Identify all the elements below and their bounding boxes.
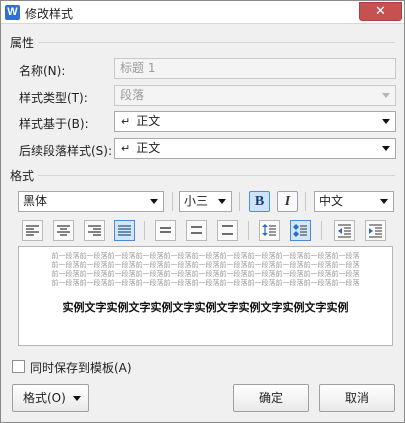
paragraph-return-icon: ↵ <box>121 142 131 155</box>
toolbar-divider <box>144 221 145 240</box>
style-name-label: 名称(N): <box>19 64 66 78</box>
font-size-select[interactable]: 小三 <box>179 191 232 212</box>
save-to-template-checkbox[interactable] <box>12 360 25 373</box>
chevron-down-icon <box>73 396 81 401</box>
line-spacing-1-5-button[interactable] <box>186 220 207 241</box>
chevron-down-icon <box>382 119 390 124</box>
script-value: 中文 <box>319 194 344 208</box>
italic-icon: I <box>284 194 291 209</box>
title-bar: W 修改样式 ✕ <box>1 1 404 24</box>
chevron-down-icon <box>382 93 390 98</box>
font-name-select[interactable]: 黑体 <box>18 191 164 212</box>
chevron-down-icon <box>382 146 390 151</box>
justify-icon <box>118 225 131 236</box>
align-right-button[interactable] <box>84 220 105 241</box>
bold-icon: B <box>254 194 265 209</box>
align-center-icon <box>57 225 70 236</box>
line-spacing-single-icon <box>160 227 171 233</box>
line-spacing-single-button[interactable] <box>155 220 176 241</box>
preview-previous-paragraph-line: 前一段落前一段落前一段落前一段落前一段落前一段落前一段落前一段落前一段落前一段落… <box>51 270 360 278</box>
dialog-title: 修改样式 <box>25 7 74 21</box>
spacing-after-icon <box>293 224 307 237</box>
format-section-label: 格式 <box>10 169 35 183</box>
format-menu-button[interactable]: 格式(O) <box>12 384 89 412</box>
italic-button[interactable]: I <box>277 191 298 212</box>
style-preview-pane: 前一段落前一段落前一段落前一段落前一段落前一段落前一段落前一段落前一段落前一段落… <box>18 246 393 346</box>
preview-sample-text: 实例文字实例文字实例文字实例文字实例文字实例文字实例 <box>62 301 349 314</box>
next-paragraph-style-value: 正文 <box>136 141 161 155</box>
attributes-divider <box>38 42 395 43</box>
next-paragraph-style-label: 后续段落样式(S): <box>19 144 113 158</box>
font-size-value: 小三 <box>184 194 209 208</box>
toolbar-divider <box>321 221 322 240</box>
ok-button[interactable]: 确定 <box>233 384 309 412</box>
chevron-down-icon <box>150 199 158 204</box>
paragraph-return-icon: ↵ <box>121 115 131 128</box>
line-spacing-double-icon <box>222 225 233 235</box>
style-type-select[interactable]: 段落 <box>114 85 396 106</box>
format-menu-label: 格式(O) <box>23 391 66 405</box>
font-name-value: 黑体 <box>23 194 48 208</box>
toolbar-divider <box>248 221 249 240</box>
close-button[interactable]: ✕ <box>359 2 402 21</box>
based-on-label: 样式基于(B): <box>19 117 89 131</box>
increase-indent-button[interactable] <box>365 220 386 241</box>
modify-style-dialog: W 修改样式 ✕ 属性 名称(N): 标题 1 样式类型(T): 段落 样式基于… <box>0 0 405 423</box>
style-type-value: 段落 <box>120 88 145 102</box>
based-on-select[interactable]: ↵ 正文 <box>114 111 396 132</box>
align-left-button[interactable] <box>22 220 43 241</box>
chevron-down-icon <box>218 199 226 204</box>
attributes-section-label: 属性 <box>10 36 35 50</box>
preview-previous-paragraph-line: 前一段落前一段落前一段落前一段落前一段落前一段落前一段落前一段落前一段落前一段落… <box>51 279 360 287</box>
style-name-input[interactable]: 标题 1 <box>114 58 396 79</box>
toolbar-divider <box>239 192 240 211</box>
line-spacing-1-5-icon <box>191 226 202 234</box>
script-select[interactable]: 中文 <box>314 191 394 212</box>
bold-button[interactable]: B <box>249 191 270 212</box>
chevron-down-icon <box>380 199 388 204</box>
line-spacing-double-button[interactable] <box>217 220 238 241</box>
justify-button[interactable] <box>114 220 135 241</box>
spacing-before-icon <box>262 224 276 236</box>
wps-writer-icon: W <box>5 5 20 20</box>
cancel-button[interactable]: 取消 <box>319 384 395 412</box>
preview-previous-paragraph-line: 前一段落前一段落前一段落前一段落前一段落前一段落前一段落前一段落前一段落前一段落… <box>51 261 360 269</box>
style-type-label: 样式类型(T): <box>19 91 88 105</box>
spacing-before-button[interactable] <box>259 220 280 241</box>
align-center-button[interactable] <box>53 220 74 241</box>
next-paragraph-style-select[interactable]: ↵ 正文 <box>114 138 396 159</box>
increase-indent-icon <box>369 224 382 238</box>
toolbar-divider <box>172 192 173 211</box>
style-name-value: 标题 1 <box>120 61 156 75</box>
based-on-value: 正文 <box>136 114 161 128</box>
align-left-icon <box>26 225 39 236</box>
align-right-icon <box>88 225 101 236</box>
toolbar-divider <box>305 192 306 211</box>
decrease-indent-icon <box>338 224 351 238</box>
preview-previous-paragraph-line: 前一段落前一段落前一段落前一段落前一段落前一段落前一段落前一段落前一段落前一段落… <box>51 252 360 260</box>
save-to-template-label[interactable]: 同时保存到模板(A) <box>30 359 132 376</box>
spacing-after-button[interactable] <box>290 220 311 241</box>
format-divider <box>38 175 395 176</box>
decrease-indent-button[interactable] <box>334 220 355 241</box>
